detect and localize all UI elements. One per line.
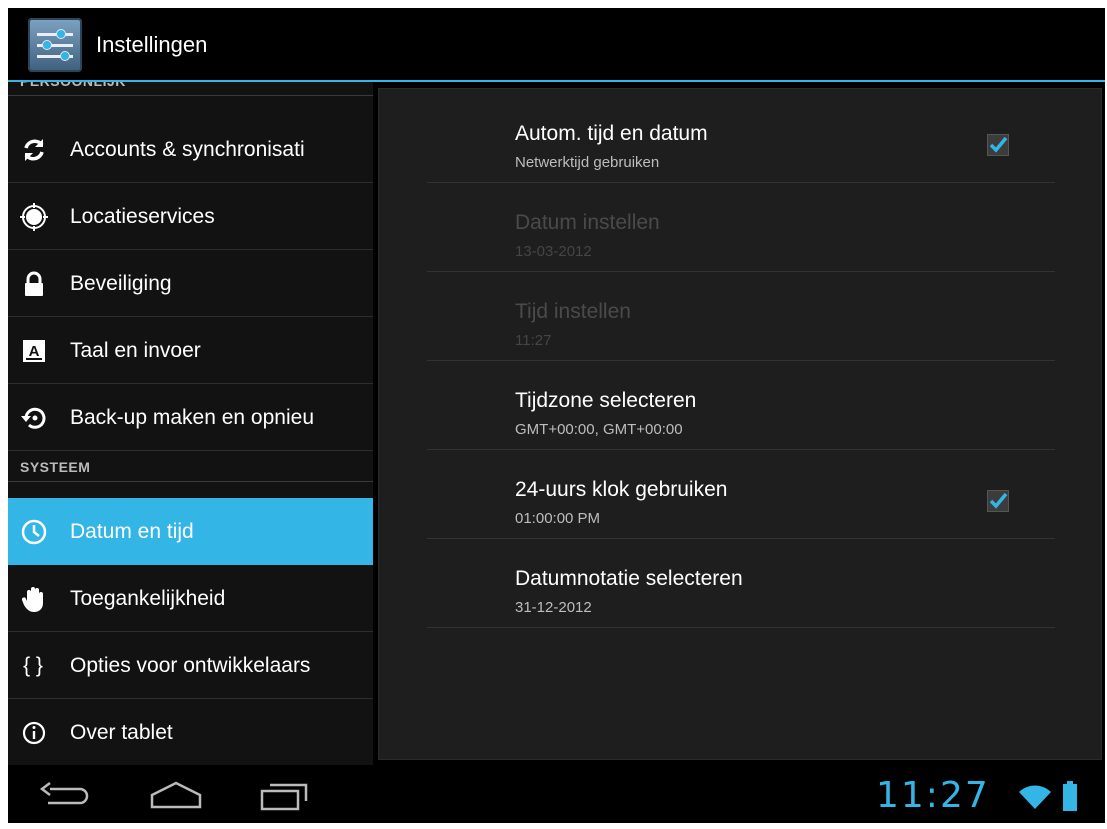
- pref-title: Tijdzone selecteren: [515, 389, 697, 412]
- pref-timezone[interactable]: Tijdzone selecteren GMT+00:00, GMT+00:00: [427, 361, 1055, 450]
- tablet-screen: Instellingen PERSOONLIJK Accounts & sync…: [8, 8, 1105, 823]
- sidebar-item-label: Datum en tijd: [70, 520, 194, 543]
- action-bar: Instellingen: [8, 8, 1105, 82]
- pref-set-time[interactable]: Tijd instellen 11:27: [427, 272, 1055, 361]
- pref-title: Datumnotatie selecteren: [515, 567, 743, 590]
- pref-auto-time-date[interactable]: Autom. tijd en datum Netwerktijd gebruik…: [427, 94, 1055, 183]
- restore-icon: [20, 404, 48, 432]
- pref-subtitle: 13-03-2012: [515, 243, 592, 260]
- pref-subtitle: 11:27: [515, 332, 552, 349]
- sidebar-item-accounts[interactable]: Accounts & synchronisati: [8, 116, 373, 183]
- lock-icon: [20, 270, 48, 298]
- clock-icon: [20, 518, 48, 546]
- home-icon[interactable]: [146, 777, 206, 813]
- sidebar-item-label: Accounts & synchronisati: [70, 138, 305, 161]
- sidebar-item-backup[interactable]: Back-up maken en opnieu: [8, 384, 373, 451]
- svg-text:A: A: [29, 343, 40, 360]
- braces-icon: { }: [23, 654, 43, 677]
- checkmark-icon: [989, 136, 1008, 153]
- sidebar-item-about-tablet[interactable]: Over tablet: [8, 699, 373, 765]
- status-clock[interactable]: 11:27: [876, 775, 990, 816]
- hand-icon: [20, 585, 48, 613]
- sidebar-item-label: Toegankelijkheid: [70, 587, 226, 610]
- sidebar-item-label: Opties voor ontwikkelaars: [70, 654, 311, 677]
- settings-sidebar[interactable]: PERSOONLIJK Accounts & synchronisati Loc…: [8, 82, 373, 765]
- wifi-icon[interactable]: [1018, 785, 1052, 811]
- pref-set-date[interactable]: Datum instellen 13-03-2012: [427, 183, 1055, 272]
- sidebar-item-language[interactable]: A Taal en invoer: [8, 317, 373, 384]
- battery-icon[interactable]: [1062, 781, 1078, 811]
- keyboard-a-icon: A: [20, 337, 48, 365]
- checkmark-icon: [989, 492, 1008, 509]
- pref-date-format[interactable]: Datumnotatie selecteren 31-12-2012: [427, 539, 1055, 628]
- sidebar-item-label: Locatieservices: [70, 205, 215, 228]
- sidebar-item-location[interactable]: Locatieservices: [8, 183, 373, 250]
- date-time-settings-pane: Autom. tijd en datum Netwerktijd gebruik…: [378, 88, 1102, 760]
- sync-icon: [20, 136, 48, 164]
- sidebar-item-label: Beveiliging: [70, 272, 172, 295]
- pref-24-hour-clock[interactable]: 24-uurs klok gebruiken 01:00:00 PM: [427, 450, 1055, 539]
- sidebar-item-developer-options[interactable]: { } Opties voor ontwikkelaars: [8, 632, 373, 699]
- section-header-system: SYSTEEM: [8, 452, 373, 482]
- location-icon: [20, 203, 48, 231]
- pref-title: 24-uurs klok gebruiken: [515, 478, 728, 501]
- sidebar-item-label: Over tablet: [70, 721, 173, 744]
- pref-subtitle: GMT+00:00, GMT+00:00: [515, 421, 683, 438]
- sidebar-item-security[interactable]: Beveiliging: [8, 250, 373, 317]
- sidebar-item-label: Taal en invoer: [70, 339, 201, 362]
- system-nav-bar: 11:27: [8, 765, 1105, 823]
- pref-title: Tijd instellen: [515, 300, 631, 323]
- sidebar-item-label: Back-up maken en opnieu: [70, 406, 314, 429]
- app-title: Instellingen: [96, 32, 208, 57]
- pref-title: Autom. tijd en datum: [515, 122, 708, 145]
- 24-hour-checkbox[interactable]: [987, 490, 1009, 512]
- settings-sliders-icon[interactable]: [28, 18, 82, 72]
- info-icon: [20, 719, 48, 747]
- back-icon[interactable]: [36, 777, 96, 813]
- pref-subtitle: 31-12-2012: [515, 599, 592, 616]
- sidebar-item-date-time[interactable]: Datum en tijd: [8, 498, 373, 565]
- section-header-personal: PERSOONLIJK: [8, 82, 373, 96]
- recent-apps-icon[interactable]: [256, 777, 316, 813]
- pref-subtitle: Netwerktijd gebruiken: [515, 154, 660, 171]
- sidebar-item-accessibility[interactable]: Toegankelijkheid: [8, 565, 373, 632]
- auto-time-checkbox[interactable]: [987, 134, 1009, 156]
- pref-title: Datum instellen: [515, 211, 660, 234]
- pref-subtitle: 01:00:00 PM: [515, 510, 601, 527]
